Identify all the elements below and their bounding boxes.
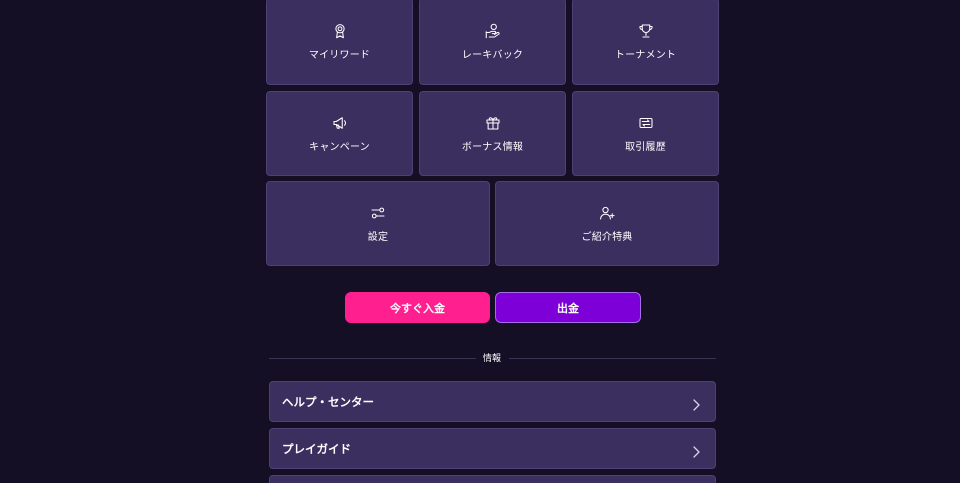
- add-user-icon: [598, 204, 616, 222]
- chevron-right-icon: [691, 396, 701, 411]
- tile-bonus-info[interactable]: ボーナス情報: [419, 91, 566, 176]
- info-heading: 情報: [482, 354, 501, 364]
- divider-right: [509, 358, 716, 359]
- tile-campaign[interactable]: キャンペーン: [266, 91, 413, 176]
- gift-icon: [484, 114, 502, 132]
- row-label: ヘルプ・センター: [282, 394, 374, 409]
- coin-hand-icon: [484, 22, 502, 40]
- tile-label: ご紹介特典: [581, 232, 633, 243]
- tile-label: ボーナス情報: [461, 142, 524, 153]
- tile-settings[interactable]: 設定: [266, 181, 490, 266]
- tile-referral-bonus[interactable]: ご紹介特典: [495, 181, 719, 266]
- tile-my-rewards[interactable]: マイリワード: [266, 0, 413, 85]
- award-icon: [331, 22, 349, 40]
- list-item-partial[interactable]: [269, 475, 716, 483]
- tile-label: キャンペーン: [309, 142, 370, 153]
- tile-label: レーキバック: [461, 50, 524, 61]
- tile-label: 取引履歴: [625, 142, 666, 153]
- trophy-icon: [637, 22, 655, 40]
- transactions-icon: [637, 114, 655, 132]
- help-center-row[interactable]: ヘルプ・センター: [269, 381, 716, 422]
- megaphone-icon: [331, 114, 349, 132]
- tile-label: トーナメント: [614, 50, 677, 61]
- withdraw-button[interactable]: 出金: [495, 292, 641, 323]
- settings-toggle-icon: [369, 204, 387, 222]
- play-guide-row[interactable]: プレイガイド: [269, 428, 716, 469]
- tile-label: 設定: [367, 232, 389, 243]
- tile-transaction-history[interactable]: 取引履歴: [572, 91, 719, 176]
- tile-rakeback[interactable]: レーキバック: [419, 0, 566, 85]
- row-label: プレイガイド: [282, 441, 351, 456]
- tile-tournament[interactable]: トーナメント: [572, 0, 719, 85]
- tile-label: マイリワード: [308, 50, 371, 61]
- divider-left: [269, 358, 476, 359]
- deposit-button[interactable]: 今すぐ入金: [345, 292, 490, 323]
- chevron-right-icon: [691, 443, 701, 458]
